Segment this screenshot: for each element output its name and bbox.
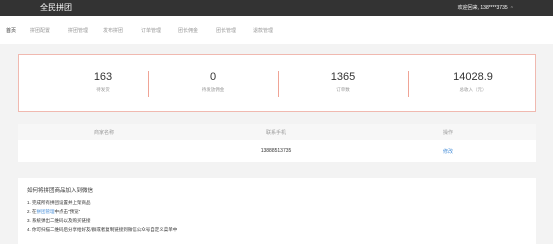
user-menu[interactable]: 欢迎回来, 138****3735 ^ xyxy=(458,4,513,11)
column-header-merchant-name: 商家名称 xyxy=(93,130,114,136)
tab-leader-commission[interactable]: 团长佣金 xyxy=(178,27,198,34)
brand-title: 全民拼团 xyxy=(40,3,72,12)
step-text: 3. 系统弹出二维码以及购买链接 xyxy=(27,218,91,223)
chevron-up-icon: ^ xyxy=(510,6,513,10)
stat-value: 0 xyxy=(209,71,217,83)
howto-panel: 如何将拼团商品加入到微信 1. 完成所有拼团设置并上架商品 2. 在拼团管理中点… xyxy=(18,178,536,244)
tab-group-manage[interactable]: 拼团管理 xyxy=(68,27,88,34)
howto-step-2: 2. 在拼团管理中点击"预览" xyxy=(27,209,80,215)
howto-step-3: 3. 系统弹出二维码以及购买链接 xyxy=(27,218,91,224)
stat-value: 1365 xyxy=(330,71,356,83)
tab-home[interactable]: 首页 xyxy=(6,27,16,34)
tab-order-manage[interactable]: 订单管理 xyxy=(141,27,161,34)
top-bar: 全民拼团 欢迎回来, 138****3735 ^ xyxy=(0,0,553,16)
stats-panel: 163 待发货 0 待发放佣金 1365 订单数 14028.9 总收入（元） xyxy=(18,54,536,112)
howto-step-1: 1. 完成所有拼团设置并上架商品 xyxy=(27,200,91,206)
tab-leader-manage[interactable]: 团长管理 xyxy=(216,27,236,34)
main-content: 163 待发货 0 待发放佣金 1365 订单数 14028.9 总收入（元） … xyxy=(0,44,553,244)
table-header: 商家名称 联系手机 操作 xyxy=(18,124,536,140)
column-header-phone: 联系手机 xyxy=(265,130,286,136)
stat-label: 订单数 xyxy=(336,87,350,92)
tab-publish-group[interactable]: 发布拼团 xyxy=(103,27,123,34)
howto-step-4: 4. 你可扫描二维码后分享给好友/群或者复制链接到微信公众号自定义菜单中 xyxy=(27,227,177,233)
welcome-text: 欢迎回来, 138****3735 xyxy=(457,5,508,11)
stat-order-count: 1365 订单数 xyxy=(278,71,408,93)
stat-value: 14028.9 xyxy=(453,71,493,83)
step-text: 中点击"预览" xyxy=(54,209,81,214)
phone-cell: 13888513735 xyxy=(260,148,292,154)
edit-link[interactable]: 修改 xyxy=(362,148,534,155)
nav-tabs: 首页 拼团配置 拼团管理 发布拼团 订单管理 团长佣金 团长管理 退款管理 xyxy=(0,16,553,44)
stat-label: 待发放佣金 xyxy=(201,87,225,92)
group-manage-link[interactable]: 拼团管理 xyxy=(37,209,55,214)
tab-group-config[interactable]: 拼团配置 xyxy=(30,27,50,34)
howto-title: 如何将拼团商品加入到微信 xyxy=(27,188,94,194)
step-text: 2. 在 xyxy=(27,209,37,214)
tab-refund-manage[interactable]: 退款管理 xyxy=(253,27,273,34)
step-text: 1. 完成所有拼团设置并上架商品 xyxy=(27,200,91,205)
step-text: 4. 你可扫描二维码后分享给好友/群或者复制链接到微信公众号自定义菜单中 xyxy=(27,227,178,232)
column-header-action: 操作 xyxy=(442,130,453,136)
stat-total-income: 14028.9 总收入（元） xyxy=(408,71,538,93)
merchant-table: 商家名称 联系手机 操作 13888513735 修改 xyxy=(18,124,536,162)
stat-label: 总收入（元） xyxy=(459,87,487,92)
stat-pending-commission: 0 待发放佣金 xyxy=(148,71,278,93)
